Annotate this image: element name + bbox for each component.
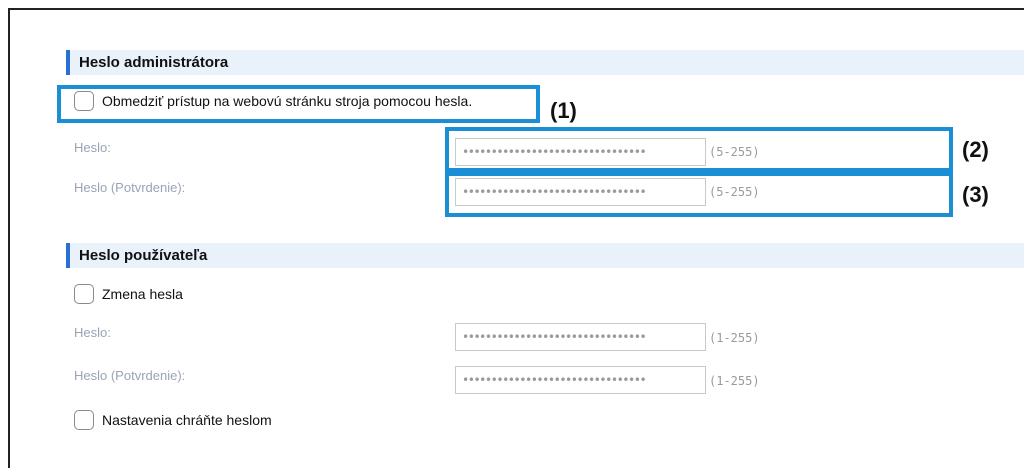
admin-password-label: Heslo:	[74, 140, 111, 155]
protect-settings-label: Nastavenia chráňte heslom	[102, 412, 272, 428]
user-confirm-input[interactable]: ••••••••••••••••••••••••••••••••	[455, 366, 706, 394]
user-password-header: Heslo používateľa	[66, 243, 1024, 268]
change-password-row: Zmena hesla	[74, 284, 183, 304]
page-frame	[8, 8, 1024, 468]
admin-password-title: Heslo administrátora	[79, 54, 229, 71]
user-password-range: (1-255)	[709, 331, 760, 345]
callout-label-2: (2)	[962, 137, 989, 162]
callout-label-3: (3)	[962, 182, 989, 207]
callout-box-1	[57, 85, 540, 123]
callout-box-3	[445, 172, 953, 217]
admin-confirm-label: Heslo (Potvrdenie):	[74, 180, 186, 195]
change-password-checkbox[interactable]	[74, 284, 94, 304]
user-confirm-label: Heslo (Potvrdenie):	[74, 368, 186, 383]
user-password-title: Heslo používateľa	[79, 247, 208, 264]
protect-settings-row: Nastavenia chráňte heslom	[74, 410, 272, 430]
user-password-input[interactable]: ••••••••••••••••••••••••••••••••	[455, 323, 706, 351]
user-password-label: Heslo:	[74, 325, 111, 340]
callout-label-1: (1)	[550, 98, 577, 123]
protect-settings-checkbox[interactable]	[74, 410, 94, 430]
admin-password-header: Heslo administrátora	[66, 50, 1024, 75]
user-confirm-range: (1-255)	[709, 374, 760, 388]
callout-box-2	[445, 127, 953, 172]
change-password-label: Zmena hesla	[102, 286, 183, 302]
